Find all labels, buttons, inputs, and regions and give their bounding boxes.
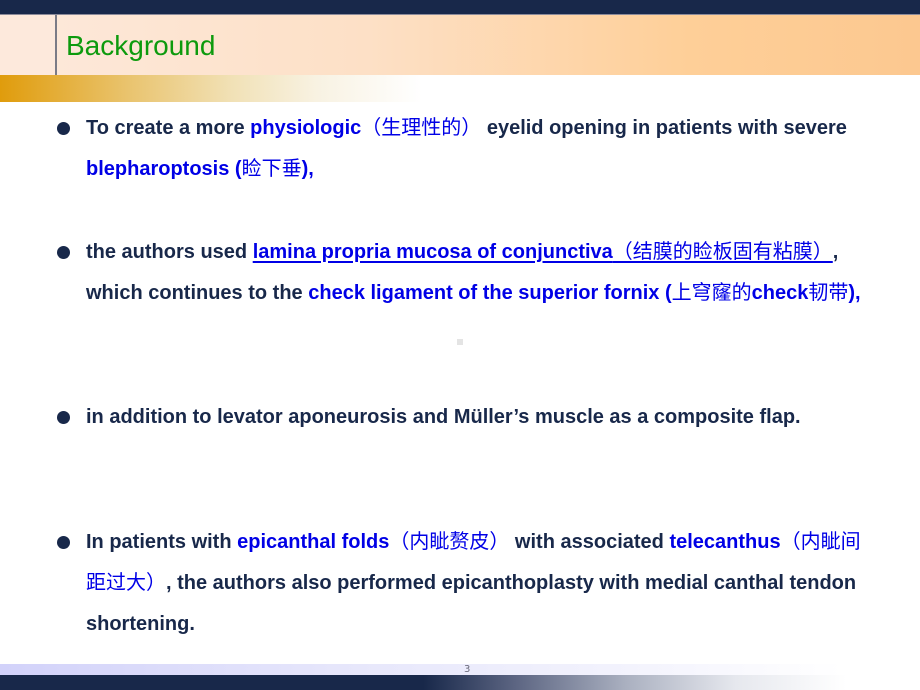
highlighted-term: physiologic xyxy=(250,117,362,139)
footer-dark-bar xyxy=(0,675,920,690)
body-text: the authors used xyxy=(86,241,253,263)
body-text: in addition to levator aponeurosis and M… xyxy=(86,406,801,428)
highlighted-term: （生理性的） xyxy=(361,117,482,139)
bullet-dot-icon xyxy=(57,122,70,135)
top-navy-bar xyxy=(0,0,920,15)
body-text: , the authors also performed epicanthopl… xyxy=(86,572,857,635)
bullet-item: the authors used lamina propria mucosa o… xyxy=(57,232,876,314)
highlighted-term: lamina propria mucosa of conjunctiva xyxy=(252,241,613,263)
highlighted-term: check xyxy=(751,282,809,304)
bullet-text: To create a more physiologic（生理性的） eyeli… xyxy=(86,117,847,180)
body-text: with associated xyxy=(509,531,670,553)
bullet-item: In patients with epicanthal folds（内眦赘皮） … xyxy=(57,522,876,645)
footer-light-bar xyxy=(0,664,842,675)
slide-title: Background xyxy=(66,30,216,61)
bullet-text: the authors used lamina propria mucosa o… xyxy=(86,241,861,304)
bullet-text: In patients with epicanthal folds（内眦赘皮） … xyxy=(86,531,861,635)
bullet-text: in addition to levator aponeurosis and M… xyxy=(86,406,801,428)
placeholder-marker xyxy=(457,339,463,345)
bullet-item: in addition to levator aponeurosis and M… xyxy=(57,397,876,438)
highlighted-term: telecanthus xyxy=(669,531,781,553)
header-divider xyxy=(55,15,57,75)
highlighted-term: 睑下垂 xyxy=(241,158,302,180)
bullet-dot-icon xyxy=(57,246,70,259)
highlighted-term: ), xyxy=(301,158,314,180)
highlighted-term: epicanthal folds xyxy=(237,531,390,553)
gold-accent-bar xyxy=(0,75,422,102)
highlighted-term: check ligament of the superior fornix ( xyxy=(308,282,672,304)
highlighted-term: 上穹窿的 xyxy=(671,282,752,304)
highlighted-term: 韧带 xyxy=(808,282,849,304)
page-number: 3 xyxy=(464,664,471,675)
highlighted-term: （结膜的睑板固有粘膜） xyxy=(612,241,833,263)
bullet-dot-icon xyxy=(57,411,70,424)
highlighted-term: （内眦赘皮） xyxy=(389,531,510,553)
body-text: To create a more xyxy=(86,117,251,139)
body-text: In patients with xyxy=(86,531,238,553)
bullet-item: To create a more physiologic（生理性的） eyeli… xyxy=(57,108,876,190)
bullet-dot-icon xyxy=(57,536,70,549)
body-text: eyelid opening in patients with severe xyxy=(481,117,847,139)
highlighted-term: blepharoptosis ( xyxy=(86,158,242,180)
header-left-block xyxy=(0,15,56,75)
highlighted-term: ), xyxy=(848,282,861,304)
